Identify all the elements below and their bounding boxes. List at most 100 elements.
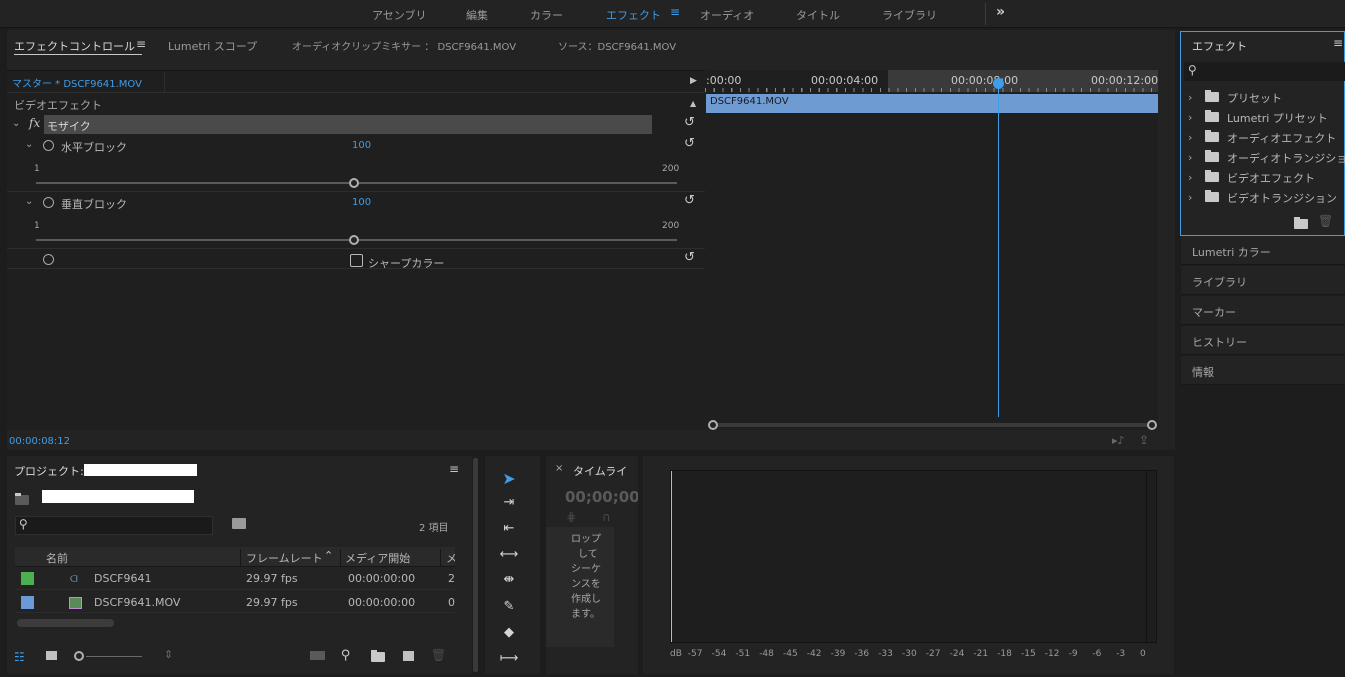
- tab-source[interactable]: ソース：DSCF9641.MOV: [558, 38, 676, 53]
- effects-tree-item[interactable]: Lumetri プリセット: [1227, 110, 1328, 126]
- param-value[interactable]: 100: [352, 197, 371, 208]
- effect-header-bar[interactable]: [44, 115, 652, 134]
- pen-tool-icon[interactable]: ✎: [496, 599, 522, 619]
- workspace-effects[interactable]: エフェクト: [606, 7, 661, 23]
- panel-history[interactable]: ヒストリー: [1181, 326, 1345, 355]
- workspace-titles[interactable]: タイトル: [796, 7, 840, 23]
- chevron-right-icon[interactable]: ›: [1188, 171, 1192, 184]
- chevron-right-icon[interactable]: ›: [1188, 151, 1192, 164]
- effects-tree-item[interactable]: オーディオトランジション: [1227, 150, 1345, 166]
- project-search-input[interactable]: [15, 516, 213, 535]
- sort-icon[interactable]: ⇕: [164, 648, 173, 661]
- column-truncated[interactable]: メ: [446, 550, 455, 566]
- workspace-audio[interactable]: オーディオ: [700, 7, 754, 23]
- panel-markers[interactable]: マーカー: [1181, 296, 1345, 325]
- tab-audio-clip-mixer[interactable]: オーディオクリップミキサー ： DSCF9641.MOV: [292, 38, 516, 53]
- stopwatch-icon[interactable]: [43, 254, 54, 265]
- tab-effect-controls[interactable]: エフェクトコントロール: [14, 38, 135, 54]
- new-bin-icon[interactable]: [1294, 217, 1308, 229]
- chevron-down-icon[interactable]: ⌄: [25, 139, 33, 150]
- vertical-scrollbar[interactable]: [473, 458, 478, 672]
- trash-icon[interactable]: 🗑: [431, 648, 446, 662]
- find-bin-icon[interactable]: [232, 518, 246, 529]
- razor-tool-icon[interactable]: ◆: [496, 625, 522, 645]
- close-icon[interactable]: ×: [555, 463, 563, 474]
- stopwatch-icon[interactable]: [43, 197, 54, 208]
- chevron-down-icon[interactable]: ⌄: [12, 118, 20, 129]
- hand-tool-icon[interactable]: ⟼: [496, 651, 522, 671]
- stopwatch-icon[interactable]: [43, 140, 54, 151]
- find-icon[interactable]: ⚲: [341, 648, 351, 663]
- tab-timeline[interactable]: タイムライ: [573, 463, 638, 479]
- automate-sequence-icon[interactable]: [310, 651, 325, 660]
- new-bin-icon[interactable]: [371, 650, 385, 662]
- new-item-icon[interactable]: [403, 651, 414, 661]
- reset-icon[interactable]: ↺: [684, 193, 695, 208]
- label-color-swatch[interactable]: [21, 572, 34, 585]
- slider-knob[interactable]: [349, 178, 359, 188]
- column-name[interactable]: 名前: [46, 550, 68, 566]
- workspace-editing[interactable]: 編集: [466, 7, 488, 23]
- item-name[interactable]: DSCF9641.MOV: [94, 596, 180, 609]
- trash-icon[interactable]: 🗑: [1318, 214, 1333, 228]
- workspace-menu-icon[interactable]: ≡: [670, 5, 680, 19]
- play-audio-icon[interactable]: ▸♪: [1112, 434, 1125, 447]
- effects-tree-item[interactable]: ビデオトランジション: [1227, 190, 1337, 206]
- chevron-down-icon[interactable]: ⌄: [25, 196, 33, 207]
- zoom-handle-left[interactable]: [708, 420, 718, 430]
- panel-libraries[interactable]: ライブラリ: [1181, 266, 1345, 295]
- sharp-color-checkbox[interactable]: [350, 254, 363, 267]
- item-name[interactable]: DSCF9641: [94, 572, 151, 585]
- more-workspaces-icon[interactable]: »: [996, 4, 1005, 20]
- nest-icon[interactable]: ⋕: [566, 510, 576, 524]
- timeline-timecode[interactable]: 00;00;00;: [565, 488, 638, 506]
- workspace-color[interactable]: カラー: [530, 7, 563, 23]
- collapse-section-icon[interactable]: ▲: [690, 99, 696, 108]
- workspace-assembly[interactable]: アセンブリ: [372, 7, 426, 23]
- zoom-slider-track[interactable]: [86, 656, 142, 657]
- chevron-right-icon[interactable]: ›: [1188, 131, 1192, 144]
- selection-tool-icon[interactable]: ➤: [496, 469, 522, 489]
- reset-icon[interactable]: ↺: [684, 136, 695, 151]
- param-value[interactable]: 100: [352, 140, 371, 151]
- effects-tree-item[interactable]: プリセット: [1227, 90, 1282, 106]
- ripple-edit-tool-icon[interactable]: ⇤: [496, 521, 522, 541]
- sort-ascending-icon[interactable]: ⌃: [324, 549, 333, 562]
- column-framerate[interactable]: フレームレート: [246, 550, 323, 566]
- zoom-slider-knob[interactable]: [74, 651, 84, 661]
- panel-lumetri-color[interactable]: Lumetri カラー: [1181, 236, 1345, 265]
- icon-view-icon[interactable]: [46, 651, 57, 660]
- reset-icon[interactable]: ↺: [684, 115, 695, 130]
- panel-info[interactable]: 情報: [1181, 356, 1345, 385]
- playhead-handle[interactable]: [993, 78, 1004, 89]
- master-clip-label[interactable]: マスター * DSCF9641.MOV: [12, 75, 142, 90]
- expand-timeline-icon[interactable]: ▶: [690, 76, 697, 86]
- effects-search-input[interactable]: [1184, 62, 1345, 81]
- chevron-right-icon[interactable]: ›: [1188, 111, 1192, 124]
- panel-menu-icon[interactable]: ≡: [1333, 36, 1343, 50]
- horizontal-scrollbar[interactable]: [17, 619, 114, 627]
- workspace-libraries[interactable]: ライブラリ: [882, 7, 937, 23]
- slip-tool-icon[interactable]: ⇼: [496, 572, 522, 592]
- column-media-start[interactable]: メディア開始: [345, 550, 410, 566]
- tab-lumetri-scope[interactable]: Lumetri スコープ: [168, 38, 257, 54]
- panel-menu-icon[interactable]: ≡: [449, 462, 459, 476]
- playhead-line[interactable]: [998, 80, 999, 417]
- effects-tree-item[interactable]: ビデオエフェクト: [1227, 170, 1315, 186]
- track-select-tool-icon[interactable]: ⇥: [496, 495, 522, 515]
- current-timecode[interactable]: 00:00:08:12: [9, 436, 70, 447]
- chevron-right-icon[interactable]: ›: [1188, 91, 1192, 104]
- slider-knob[interactable]: [349, 235, 359, 245]
- list-view-icon[interactable]: ☷: [14, 650, 25, 664]
- panel-menu-icon[interactable]: ≡: [136, 37, 146, 51]
- fx-toggle-icon[interactable]: fx: [29, 116, 40, 130]
- effects-tree-item[interactable]: オーディオエフェクト: [1227, 130, 1336, 146]
- reset-icon[interactable]: ↺: [684, 250, 695, 265]
- export-icon[interactable]: ⇪: [1139, 433, 1149, 447]
- chevron-right-icon[interactable]: ›: [1188, 191, 1192, 204]
- label-color-swatch[interactable]: [21, 596, 34, 609]
- zoom-scrollbar[interactable]: [713, 423, 1153, 427]
- snap-icon[interactable]: ∩: [602, 510, 611, 524]
- zoom-handle-right[interactable]: [1147, 420, 1157, 430]
- rolling-edit-tool-icon[interactable]: ⟷: [496, 547, 522, 567]
